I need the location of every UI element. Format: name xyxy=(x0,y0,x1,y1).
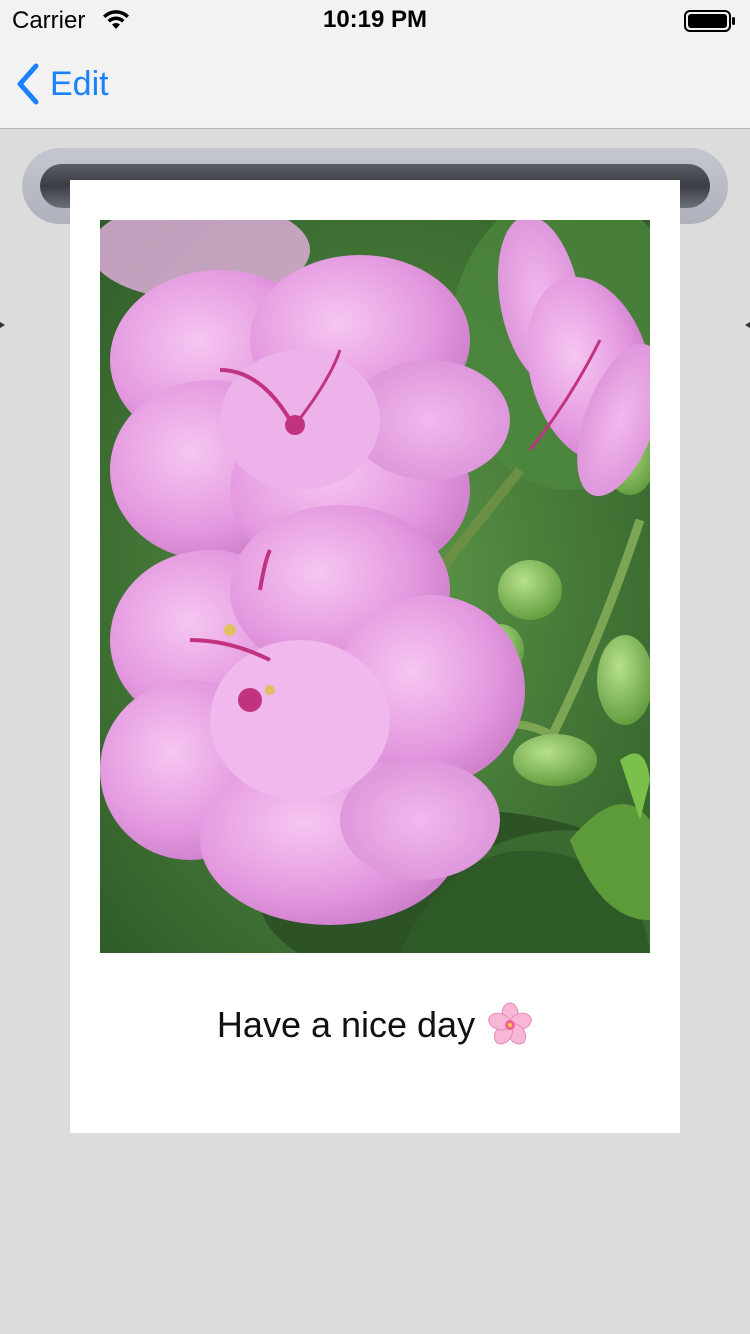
caption-text: Have a nice day xyxy=(216,1004,476,1045)
caption: Have a nice day xyxy=(70,1002,680,1048)
battery-icon xyxy=(684,10,735,32)
navigation-bar: Edit xyxy=(0,40,750,129)
left-edge-marker xyxy=(0,322,5,328)
greeting-card[interactable]: Have a nice day xyxy=(70,180,680,1133)
clock: 10:19 PM xyxy=(322,6,428,33)
chevron-left-icon xyxy=(17,63,39,105)
status-bar: Carrier 10:19 PM xyxy=(0,0,750,40)
app-screen: Carrier 10:19 PM Edit Have a nice day xyxy=(0,0,750,1334)
back-button[interactable]: Edit xyxy=(14,60,109,108)
flower-photo xyxy=(100,220,650,953)
flower-image xyxy=(100,220,650,953)
cherry-blossom-icon xyxy=(488,1002,532,1045)
back-button-label: Edit xyxy=(50,64,109,103)
right-edge-marker xyxy=(745,322,750,328)
